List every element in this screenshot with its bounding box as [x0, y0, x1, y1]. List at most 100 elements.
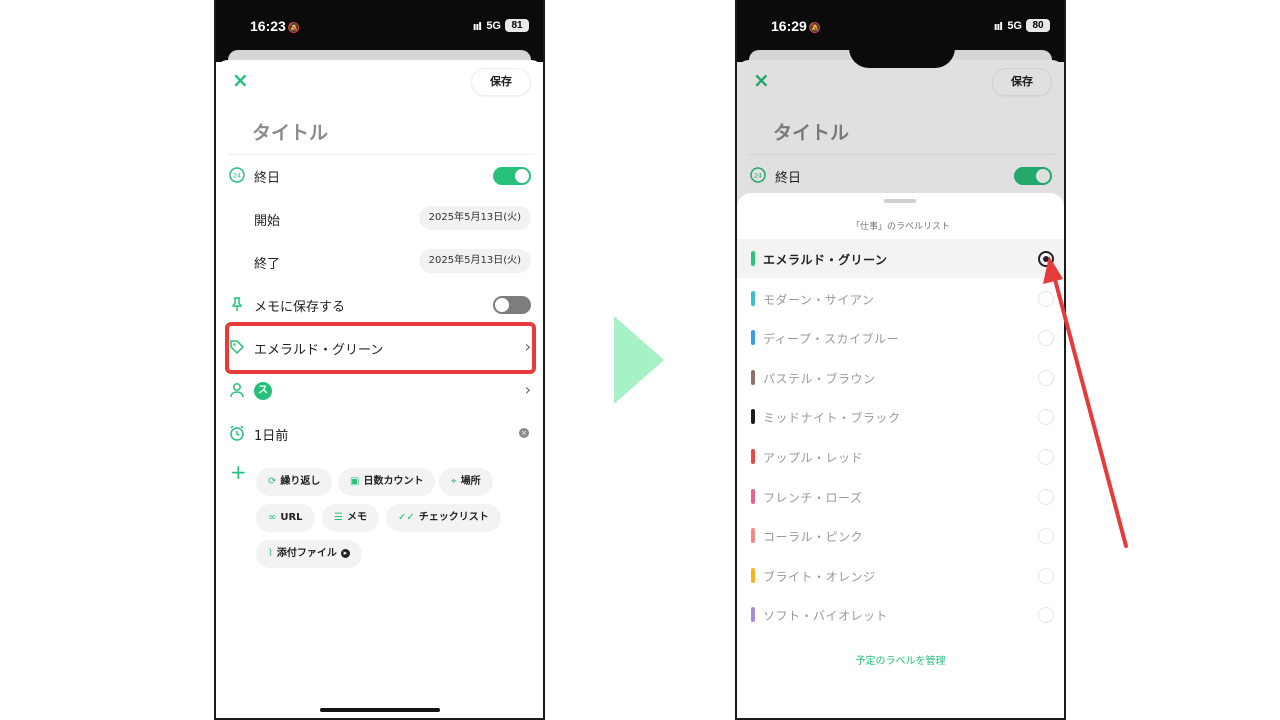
checklist-chip[interactable]: ✓✓ チェックリスト	[386, 504, 501, 532]
label-option-name: パステル・ブラウン	[763, 371, 876, 386]
location-pin-icon: ⌖	[451, 476, 457, 487]
person-icon	[228, 381, 246, 399]
battery-indicator: 80	[1026, 19, 1050, 32]
label-option[interactable]: コーラル・ピンク	[737, 516, 1064, 555]
clock-24-icon: 24	[228, 166, 246, 184]
signal-icon: ııl	[993, 20, 1003, 33]
status-time: 16:23 🔕	[250, 18, 301, 34]
label-option-name: エメラルド・グリーン	[763, 253, 888, 267]
label-option-name: アップル・レッド	[763, 451, 864, 465]
radio-button-icon[interactable]	[1038, 369, 1054, 386]
label-option-name: ソフト・バイオレット	[763, 609, 889, 624]
label-color-swatch	[751, 330, 755, 346]
place-chip[interactable]: ⌖ 場所	[439, 468, 493, 496]
label-color-swatch	[751, 251, 755, 266]
member-row[interactable]: ス ›	[216, 371, 543, 411]
manage-labels-link[interactable]: 予定のラベルを管理	[737, 652, 1064, 667]
all-day-row: 24 終日	[216, 156, 543, 196]
pin-icon	[228, 295, 246, 313]
home-indicator	[320, 708, 440, 712]
close-icon[interactable]: ×	[232, 70, 249, 90]
label-color-swatch	[751, 369, 755, 385]
repeat-icon: ⟳	[268, 476, 277, 487]
label-color-swatch	[751, 290, 755, 306]
divider	[228, 154, 533, 155]
signal-icon: ııl	[472, 20, 482, 33]
label-option[interactable]: ディープ・スカイブルー	[737, 318, 1064, 357]
radio-button-icon[interactable]	[1038, 409, 1054, 426]
reminder-label: 1日前	[254, 429, 289, 444]
save-button[interactable]: 保存	[471, 68, 531, 96]
phone-screen-before: 16:23 🔕 ııl 5G 81 × 保存 タイトル 24 終日 開始 2025…	[214, 0, 545, 720]
label-option[interactable]: パステル・ブラウン	[737, 358, 1064, 397]
label-color-swatch	[751, 409, 755, 425]
dim-overlay	[737, 60, 1064, 210]
all-day-toggle[interactable]	[493, 167, 531, 185]
status-time: 16:29 🔕	[771, 18, 822, 34]
dynamic-island	[849, 10, 955, 68]
reminder-row[interactable]: 1日前 ×	[216, 414, 543, 454]
radio-button-icon[interactable]	[1038, 488, 1054, 505]
all-day-label: 終日	[254, 171, 281, 186]
radio-button-icon[interactable]	[1038, 251, 1054, 267]
label-row-highlight	[225, 322, 536, 374]
start-row: 開始 2025年5月13日(火)	[216, 199, 543, 239]
label-color-swatch	[751, 567, 755, 583]
label-option-name: フレンチ・ローズ	[763, 490, 863, 505]
premium-badge-icon: ▸	[340, 548, 350, 558]
calendar-icon: ▣	[350, 476, 360, 487]
start-label: 開始	[254, 214, 281, 229]
label-option[interactable]: アップル・レッド	[737, 437, 1064, 476]
memo-chip[interactable]: ☰ メモ	[322, 504, 379, 532]
memo-save-label: メモに保存する	[254, 300, 346, 315]
label-option-name: ディープ・スカイブルー	[763, 332, 899, 347]
network-type: 5G	[486, 20, 501, 32]
comparison-stage: 16:23 🔕 ııl 5G 81 × 保存 タイトル 24 終日 開始 2025…	[0, 0, 1280, 720]
alarm-clock-icon	[228, 424, 246, 442]
label-option[interactable]: ソフト・バイオレット	[737, 595, 1064, 634]
label-list-title: 「仕事」のラベルリスト	[850, 222, 950, 232]
radio-button-icon[interactable]	[1038, 567, 1054, 584]
sheet-grabber[interactable]	[884, 199, 916, 203]
start-date-button[interactable]: 2025年5月13日(火)	[418, 206, 531, 230]
radio-button-icon[interactable]	[1038, 290, 1054, 307]
end-row: 終了 2025年5月13日(火)	[216, 242, 543, 282]
phone-screen-after: 16:29 🔕 ııl 5G 80 × 保存 タイトル 24 終日 「仕事」のラベ…	[735, 0, 1066, 720]
label-color-swatch	[751, 607, 755, 623]
label-option[interactable]: ミッドナイト・ブラック	[737, 397, 1064, 436]
svg-text:24: 24	[233, 173, 241, 180]
title-input[interactable]: タイトル	[252, 118, 328, 145]
radio-button-icon[interactable]	[1038, 330, 1054, 347]
chevron-right-icon: ›	[524, 380, 531, 399]
note-icon: ☰	[334, 512, 343, 523]
label-color-swatch	[751, 528, 755, 544]
radio-button-icon[interactable]	[1038, 607, 1054, 624]
label-color-swatch	[751, 449, 755, 464]
day-count-chip[interactable]: ▣ 日数カウント	[338, 468, 436, 496]
memo-save-toggle[interactable]	[493, 296, 531, 314]
double-check-icon: ✓✓	[398, 512, 415, 523]
end-label: 終了	[254, 257, 281, 272]
radio-button-icon[interactable]	[1038, 449, 1054, 465]
attachment-chip[interactable]: ⌇ 添付ファイル ▸	[256, 540, 362, 568]
label-option[interactable]: フレンチ・ローズ	[737, 477, 1064, 516]
url-chip[interactable]: ∞ URL	[256, 504, 315, 532]
label-list-sheet: 「仕事」のラベルリスト エメラルド・グリーン モダーン・サイアンディープ・スカイブ…	[737, 193, 1064, 718]
end-date-button[interactable]: 2025年5月13日(火)	[418, 249, 531, 273]
repeat-chip[interactable]: ⟳ 繰り返し	[256, 468, 333, 496]
label-color-swatch	[751, 488, 755, 504]
network-type: 5G	[1007, 20, 1022, 32]
label-option[interactable]: モダーン・サイアン	[737, 279, 1064, 318]
radio-button-icon[interactable]	[1038, 528, 1054, 545]
label-option-name: コーラル・ピンク	[763, 530, 864, 545]
label-option[interactable]: エメラルド・グリーン	[737, 239, 1064, 278]
battery-indicator: 81	[505, 19, 529, 32]
remove-reminder-icon[interactable]: ×	[519, 428, 529, 438]
label-option-name: ブライト・オレンジ	[763, 569, 876, 584]
label-option[interactable]: ブライト・オレンジ	[737, 556, 1064, 595]
link-icon: ∞	[268, 512, 277, 523]
plus-icon[interactable]: +	[230, 462, 247, 482]
silent-bell-icon: 🔕	[808, 23, 822, 34]
label-option-name: モダーン・サイアン	[763, 292, 875, 307]
paperclip-icon: ⌇	[268, 548, 273, 559]
